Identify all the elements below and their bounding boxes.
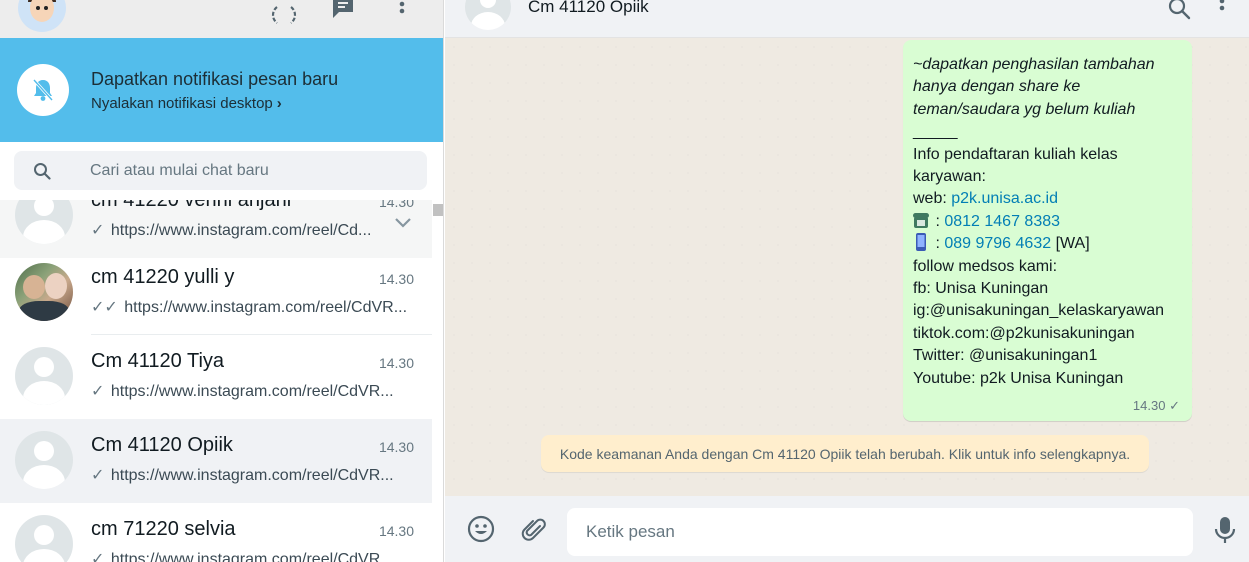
chat-list: cm 41220 venni anjani 14.30 ✓ https://ww…: [0, 200, 432, 562]
notification-link-label: Nyalakan notifikasi desktop: [91, 95, 273, 112]
chat-name: cm 71220 selvia: [91, 518, 236, 540]
message-timestamp: 14.30 ✓: [1133, 395, 1180, 417]
chat-list-pane: Dapatkan notifikasi pesan baru Nyalakan …: [0, 0, 444, 562]
message-line: tiktok.com:@p2kunisakuningan: [913, 324, 1135, 342]
chat-preview: ✓ https://www.instagram.com/reel/CdVR...: [91, 381, 411, 401]
chat-preview-text: https://www.instagram.com/reel/Cd...: [110, 222, 372, 239]
wa-label: :: [931, 235, 945, 253]
outgoing-message[interactable]: ~dapatkan penghasilan tambahan hanya den…: [903, 40, 1192, 421]
message-area: ~dapatkan penghasilan tambahan hanya den…: [445, 38, 1249, 496]
chat-preview-text: https://www.instagram.com/reel/CdVR...: [110, 467, 394, 484]
contact-photo: [15, 263, 73, 321]
search-box[interactable]: [14, 151, 427, 190]
scrollbar-thumb[interactable]: [433, 204, 443, 216]
message-separator: _____: [913, 123, 958, 141]
conversation-pane: Cm 41120 Opiik ~dapatkan penghasilan tam…: [445, 0, 1249, 562]
mobile-phone-icon: [916, 233, 926, 252]
delivered-ticks-icon: ✓✓: [91, 299, 118, 316]
message-input[interactable]: [567, 508, 1193, 556]
phone-label: :: [931, 212, 945, 230]
chat-name: Cm 41120 Opiik: [91, 434, 233, 456]
sent-tick-icon: ✓: [91, 551, 105, 562]
new-chat-icon[interactable]: [330, 0, 356, 20]
message-line: Youtube: p2k Unisa Kuningan: [913, 369, 1124, 387]
chat-preview-text: https://www.instagram.com/reel/CdVR...: [124, 299, 408, 316]
message-line: ig:@unisakuningan_kelaskaryawan: [913, 302, 1165, 320]
bell-off-icon: [17, 64, 69, 116]
telephone-icon: [913, 212, 929, 228]
contact-avatar: [15, 515, 73, 562]
wa-phone-link[interactable]: 089 9796 4632: [944, 235, 1051, 252]
menu-icon[interactable]: [1219, 0, 1225, 18]
message-line: : 089 9796 4632 [WA]: [913, 233, 1182, 255]
sent-tick-icon: ✓: [1169, 397, 1180, 413]
conversation-header[interactable]: Cm 41120 Opiik: [445, 0, 1249, 38]
phone-link[interactable]: 0812 1467 8383: [944, 213, 1060, 230]
contact-name[interactable]: Cm 41120 Opiik: [528, 0, 649, 17]
chat-row-yulli[interactable]: cm 41220 yulli y 14.30 ✓✓ https://www.in…: [0, 251, 432, 335]
menu-icon[interactable]: [392, 0, 412, 22]
chat-preview: ✓ https://www.instagram.com/reel/CdVR...: [91, 465, 411, 485]
message-line: : 0812 1467 8383: [913, 211, 1182, 233]
message-line: teman/saudara yg belum kuliah: [913, 100, 1136, 118]
message-line: karyawan:: [913, 168, 986, 186]
search-bar: [0, 142, 443, 200]
chat-row-tiya[interactable]: Cm 41120 Tiya 14.30 ✓ https://www.instag…: [0, 335, 432, 419]
wa-suffix: [WA]: [1051, 235, 1090, 253]
chat-row-selvia[interactable]: cm 71220 selvia 14.30 ✓ https://www.inst…: [0, 503, 432, 562]
chevron-down-icon[interactable]: [394, 217, 412, 229]
message-line: Twitter: @unisakuningan1: [913, 347, 1098, 365]
message-time: 14.30: [1132, 397, 1166, 413]
notification-title: Dapatkan notifikasi pesan baru: [91, 69, 339, 89]
contact-avatar: [15, 347, 73, 405]
sent-tick-icon: ✓: [91, 467, 105, 484]
chat-time: 14.30: [378, 355, 414, 371]
web-link[interactable]: p2k.unisa.ac.id: [951, 190, 1058, 207]
notification-banner[interactable]: Dapatkan notifikasi pesan baru Nyalakan …: [0, 38, 443, 142]
chat-row-opiik[interactable]: Cm 41120 Opiik 14.30 ✓ https://www.insta…: [0, 419, 432, 503]
chat-name: cm 41220 venni anjani: [91, 200, 292, 211]
status-icon[interactable]: [270, 4, 298, 26]
chat-name: Cm 41120 Tiya: [91, 350, 225, 372]
chat-preview-text: https://www.instagram.com/reel/CdVR...: [110, 551, 394, 562]
message-line: hanya dengan share ke: [913, 78, 1081, 96]
sent-tick-icon: ✓: [91, 383, 105, 400]
chat-time: 14.30: [378, 200, 414, 210]
chat-preview: ✓ https://www.instagram.com/reel/Cd...: [91, 220, 411, 240]
chat-list-scrollbar[interactable]: [432, 200, 443, 562]
microphone-icon[interactable]: [1214, 516, 1236, 544]
search-input[interactable]: [90, 151, 420, 190]
search-icon[interactable]: [1167, 0, 1191, 20]
chat-preview: ✓✓ https://www.instagram.com/reel/CdVR..…: [91, 297, 411, 317]
chat-preview: ✓ https://www.instagram.com/reel/CdVR...: [91, 549, 411, 562]
attach-icon[interactable]: [519, 515, 547, 543]
message-line: fb: Unisa Kuningan: [913, 280, 1049, 298]
message-line: follow medsos kami:: [913, 257, 1058, 275]
contact-avatar[interactable]: [465, 0, 511, 30]
chat-preview-text: https://www.instagram.com/reel/CdVR...: [110, 383, 394, 400]
message-line: web: p2k.unisa.ac.id: [913, 188, 1182, 210]
enable-desktop-notifications-link[interactable]: Nyalakan notifikasi desktop ›: [91, 95, 282, 112]
user-avatar[interactable]: [18, 0, 66, 32]
security-code-notice[interactable]: Kode keamanan Anda dengan Cm 41120 Opiik…: [541, 435, 1149, 472]
web-label: web:: [913, 190, 952, 208]
sent-tick-icon: ✓: [91, 222, 105, 239]
left-header: [0, 0, 443, 38]
contact-avatar: [15, 431, 73, 489]
message-line: ~dapatkan penghasilan tambahan: [913, 56, 1155, 73]
chat-time: 14.30: [378, 271, 414, 287]
chat-time: 14.30: [378, 439, 414, 455]
search-icon: [34, 163, 51, 180]
chat-name: cm 41220 yulli y: [91, 266, 235, 288]
message-composer: [445, 496, 1249, 562]
message-line: Info pendaftaran kuliah kelas: [913, 145, 1118, 163]
emoji-icon[interactable]: [467, 515, 495, 543]
chat-time: 14.30: [378, 523, 414, 539]
chevron-right-icon: ›: [276, 95, 282, 112]
chat-row-venni[interactable]: cm 41220 venni anjani 14.30 ✓ https://ww…: [0, 200, 432, 258]
contact-avatar: [15, 200, 73, 244]
